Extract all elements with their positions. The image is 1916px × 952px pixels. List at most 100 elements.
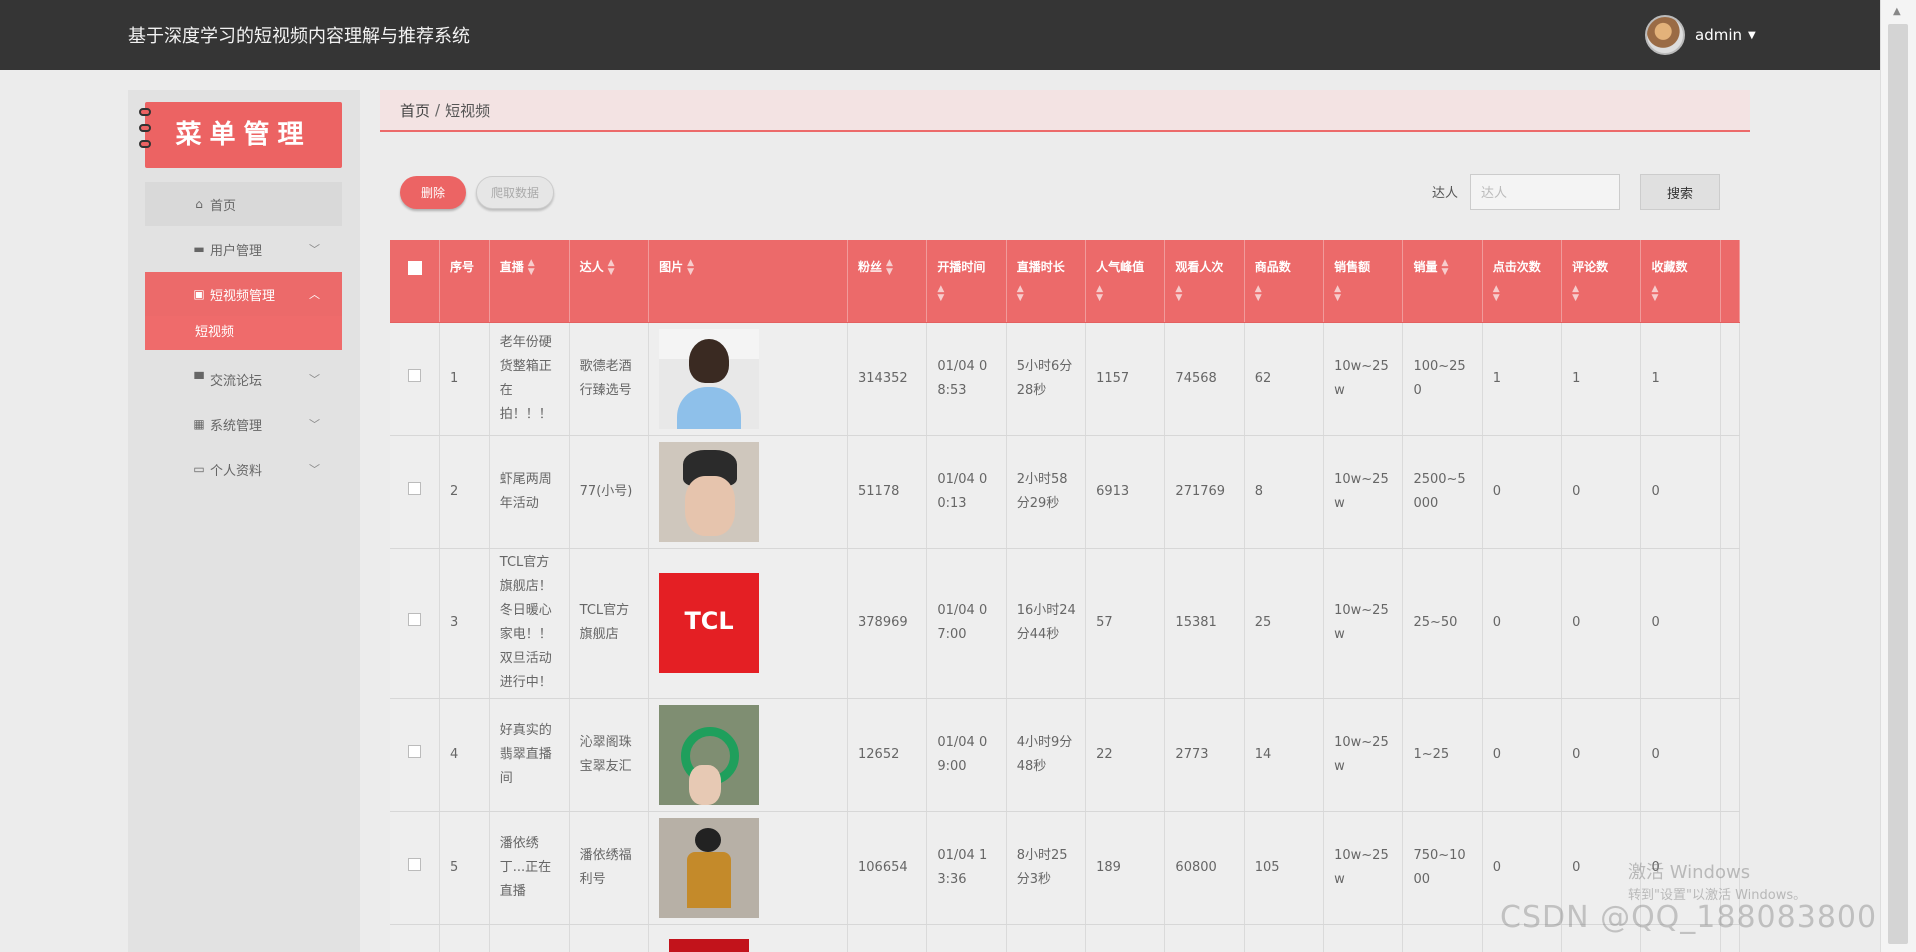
sidebar-item-profile[interactable]: ▭ 个人资料 ﹀	[145, 447, 342, 491]
row-checkbox[interactable]	[408, 368, 422, 382]
sidebar: 菜单管理 ⌂ 首页 ▬ 用户管理 ﹀ ▣ 短视频管理 ︿ 短视频 ▀ 交流论坛 …	[128, 90, 360, 952]
cell-start-time: 01/04 00:13	[926, 435, 1007, 549]
chat-icon: ▀	[194, 372, 204, 386]
video-table-container: 序号 直播 ▲ ▼ 达人 ▲ ▼ 图片 ▲ ▼ 粉丝 ▲ ▼ 开播时间 ▲ ▼ 直播时长 ▲ ▼ 人气峰…	[390, 240, 1740, 952]
row-checkbox-cell[interactable]	[390, 548, 441, 699]
sort-icon: ▲ ▼	[1572, 283, 1580, 303]
cell-clicks: 1	[1482, 322, 1563, 436]
header-views[interactable]: 观看人次 ▲ ▼	[1164, 240, 1245, 323]
main-content: 首页 / 短视频 删除 爬取数据 达人 搜索 序号 直播▲▼ 达人▲▼ 图片▲▼	[380, 90, 1750, 952]
video-thumbnail[interactable]	[659, 704, 760, 805]
user-menu[interactable]: admin ▼	[1645, 15, 1756, 55]
sidebar-item-home[interactable]: ⌂ 首页	[145, 182, 342, 226]
row-checkbox-cell[interactable]	[390, 322, 441, 436]
cell-start-time: 01/04 13:36	[926, 811, 1007, 925]
cell-views: 271769	[1164, 435, 1245, 549]
breadcrumb-home[interactable]: 首页	[400, 100, 430, 121]
cell-favorites: 0	[1640, 698, 1721, 812]
top-bar: 基于深度学习的短视频内容理解与推荐系统 admin ▼	[0, 0, 1880, 70]
username[interactable]: admin	[1695, 26, 1742, 44]
header-live[interactable]: 直播 ▲ ▼	[489, 240, 570, 323]
cell-live: 好真实的翡翠直播间	[489, 698, 570, 812]
cell-comments: 0	[1561, 548, 1642, 699]
sort-icon: ▲ ▼	[527, 257, 535, 277]
scroll-thumb[interactable]	[1888, 24, 1908, 944]
sidebar-subitem-shortvideo[interactable]: 短视频	[145, 316, 342, 350]
video-thumbnail[interactable]	[659, 328, 760, 429]
sidebar-item-label: 个人资料	[210, 463, 263, 479]
csdn-watermark: CSDN @QQ_188083800	[1500, 900, 1878, 935]
table-row[interactable]: 3 TCL官方旗舰店！冬日暖心家电！！双旦活动进行中！ TCL官方旗舰店 TCL…	[390, 548, 1740, 699]
header-fans[interactable]: 粉丝 ▲ ▼	[847, 240, 928, 323]
cell-extra	[1720, 698, 1740, 812]
header-start-time[interactable]: 开播时间 ▲ ▼	[926, 240, 1007, 323]
page-scrollbar[interactable]: ▲	[1880, 0, 1916, 952]
header-influencer[interactable]: 达人 ▲ ▼	[569, 240, 650, 323]
sidebar-item-users[interactable]: ▬ 用户管理 ﹀	[145, 227, 342, 271]
sidebar-item-videos[interactable]: ▣ 短视频管理 ︿	[145, 272, 342, 316]
cell-views: 15381	[1164, 548, 1245, 699]
cell-sales-volume: 1~25	[1402, 698, 1483, 812]
delete-button[interactable]: 删除	[400, 176, 466, 209]
select-all-checkbox[interactable]	[407, 261, 422, 275]
tcl-logo: TCL	[684, 607, 734, 635]
sidebar-item-forum[interactable]: ▀ 交流论坛 ﹀	[145, 357, 342, 401]
sidebar-item-system[interactable]: ▦ 系统管理 ﹀	[145, 402, 342, 446]
cell-fans: 12652	[847, 698, 928, 812]
header-sales-volume[interactable]: 销量 ▲ ▼	[1402, 240, 1483, 323]
header-favorites[interactable]: 收藏数 ▲ ▼	[1640, 240, 1721, 323]
cell-image	[648, 698, 849, 812]
header-peak[interactable]: 人气峰值 ▲ ▼	[1085, 240, 1166, 323]
video-thumbnail[interactable]	[659, 817, 760, 918]
header-products[interactable]: 商品数 ▲ ▼	[1244, 240, 1325, 323]
crawl-data-button[interactable]: 爬取数据	[476, 176, 554, 209]
table-row[interactable]: 4 好真实的翡翠直播间 沁翠阁珠宝翠友汇 12652 01/04 09:00 4…	[390, 698, 1740, 812]
row-checkbox[interactable]	[408, 744, 422, 758]
avatar[interactable]	[1645, 15, 1685, 55]
cell-live: 潘依绣丁...正在直播	[489, 811, 570, 925]
cell-peak: 57	[1085, 548, 1166, 699]
row-checkbox-cell[interactable]	[390, 811, 441, 925]
caret-down-icon[interactable]: ▼	[1748, 30, 1756, 41]
cell-sales-amount: 10w~25w	[1323, 322, 1404, 436]
row-checkbox-cell[interactable]	[390, 435, 441, 549]
header-clicks[interactable]: 点击次数 ▲ ▼	[1482, 240, 1563, 323]
row-checkbox-cell[interactable]	[390, 698, 441, 812]
video-thumbnail[interactable]	[669, 938, 750, 952]
row-checkbox[interactable]	[408, 857, 422, 871]
cell-influencer: TCL官方旗舰店	[569, 548, 650, 699]
cell-clicks: 0	[1482, 548, 1563, 699]
cell-image	[648, 811, 849, 925]
header-image[interactable]: 图片 ▲ ▼	[648, 240, 849, 323]
header-duration[interactable]: 直播时长 ▲ ▼	[1006, 240, 1087, 323]
search-input[interactable]	[1470, 174, 1620, 210]
header-index: 序号	[439, 240, 490, 323]
cell-live: 虾尾两周年活动	[489, 435, 570, 549]
row-checkbox[interactable]	[408, 613, 422, 626]
select-all-checkbox-cell[interactable]	[390, 240, 441, 323]
sort-icon: ▲ ▼	[1016, 283, 1024, 303]
cell-fans: 106654	[847, 811, 928, 925]
cell-start-time: 01/04 07:00	[926, 548, 1007, 699]
cell-live: TCL官方旗舰店！冬日暖心家电！！双旦活动进行中！	[489, 548, 570, 699]
header-comments[interactable]: 评论数 ▲ ▼	[1561, 240, 1642, 323]
sort-icon: ▲ ▼	[1441, 257, 1449, 277]
header-sales-amount[interactable]: 销售额 ▲ ▼	[1323, 240, 1404, 323]
menu-banner: 菜单管理	[139, 102, 342, 168]
cell-peak: 22	[1085, 698, 1166, 812]
cell-influencer: 沁翠阁珠宝翠友汇	[569, 698, 650, 812]
video-thumbnail[interactable]: TCL	[659, 573, 760, 673]
cell-comments: 0	[1561, 435, 1642, 549]
sort-icon: ▲ ▼	[1175, 283, 1183, 303]
video-thumbnail[interactable]	[659, 441, 760, 542]
table-row[interactable]: 2 虾尾两周年活动 77(小号) 51178 01/04 00:13 2小时58…	[390, 435, 1740, 549]
cell-sales-amount: 10w~25w	[1323, 548, 1404, 699]
table-row[interactable]: 1 老年份硬货整箱正在拍！！！ 歌德老酒行臻选号 314352 01/04 08…	[390, 322, 1740, 436]
cell-duration: 5小时6分28秒	[1006, 322, 1087, 436]
row-checkbox[interactable]	[408, 481, 422, 495]
breadcrumb-current: 短视频	[445, 101, 491, 120]
sidebar-item-label: 短视频管理	[210, 288, 276, 304]
scroll-up-icon[interactable]: ▲	[1893, 6, 1901, 17]
chevron-down-icon: ﹀	[309, 463, 320, 476]
search-button[interactable]: 搜索	[1640, 174, 1720, 210]
